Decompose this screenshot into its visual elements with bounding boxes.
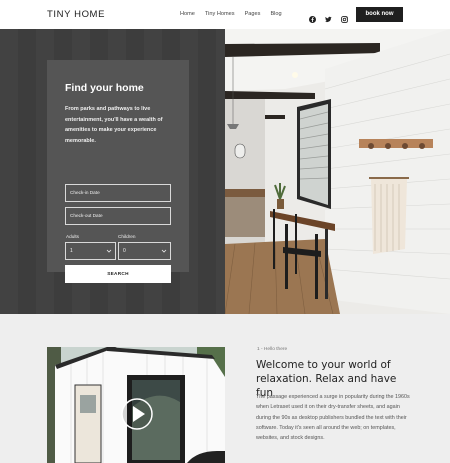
panel-title: Find your home <box>65 82 144 94</box>
intro-section: 1 - Hello there Welcome to your world of… <box>0 314 450 463</box>
chevron-down-icon <box>161 243 167 266</box>
site-logo[interactable]: TINY HOME <box>47 9 105 20</box>
hero-interior-photo <box>225 29 450 314</box>
section-kicker: 1 - Hello there <box>257 347 288 352</box>
children-label: Children <box>118 234 136 239</box>
checkin-date-field[interactable]: Check-in Date <box>65 184 171 202</box>
social-links <box>309 10 348 23</box>
adults-label: Adults <box>66 234 80 239</box>
book-now-button[interactable]: book now <box>356 7 403 22</box>
facebook-icon[interactable] <box>309 10 316 23</box>
search-button[interactable]: SEARCH <box>65 265 171 283</box>
nav-pages[interactable]: Pages <box>245 11 261 17</box>
nav-home[interactable]: Home <box>180 11 195 17</box>
adults-value: 1 <box>70 248 73 254</box>
hero-search-area: Find your home From parks and pathways t… <box>0 29 225 314</box>
chevron-down-icon <box>106 243 112 266</box>
children-select[interactable]: 0 <box>118 242 171 260</box>
checkout-date-field[interactable]: Check-out Date <box>65 207 171 225</box>
section-body: The passage experienced a surge in popul… <box>256 394 410 442</box>
nav-blog[interactable]: Blog <box>270 11 281 17</box>
nav-tiny-homes[interactable]: Tiny Homes <box>205 11 235 17</box>
panel-description: From parks and pathways to live entertai… <box>65 106 163 144</box>
children-value: 0 <box>123 248 126 254</box>
instagram-icon[interactable] <box>341 10 348 23</box>
play-icon[interactable] <box>122 399 152 429</box>
adults-select[interactable]: 1 <box>65 242 116 260</box>
search-panel: Find your home From parks and pathways t… <box>47 60 189 283</box>
main-nav: Home Tiny Homes Pages Blog <box>180 11 282 17</box>
twitter-icon[interactable] <box>325 10 332 23</box>
site-header: TINY HOME Home Tiny Homes Pages Blog boo… <box>0 0 450 29</box>
house-video-thumbnail[interactable] <box>47 347 225 463</box>
